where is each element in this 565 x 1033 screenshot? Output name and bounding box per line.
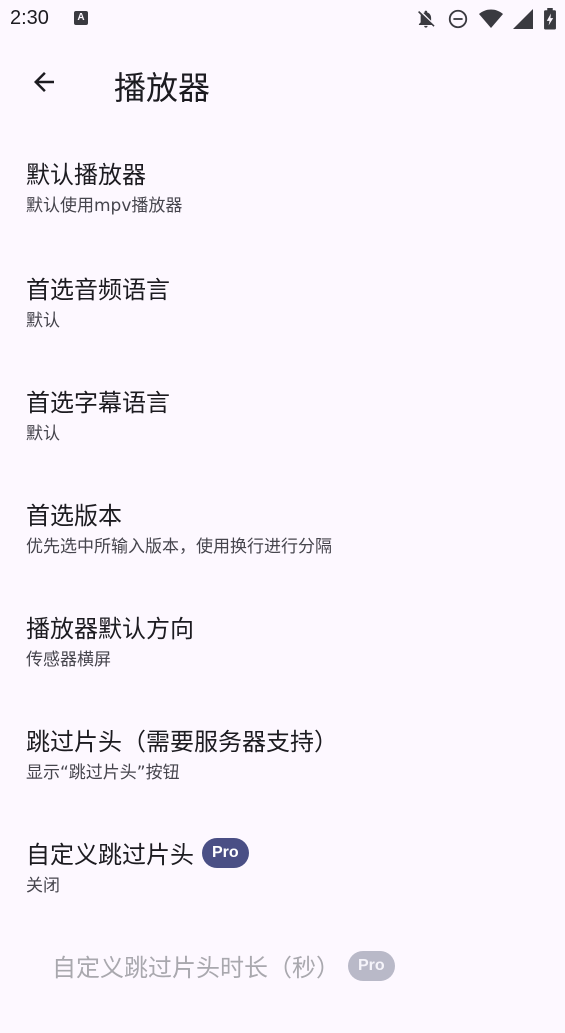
setting-title-row: 首选版本 [26,496,122,531]
setting-title: 自定义跳过片头 [26,841,194,869]
setting-summary: 默认 [26,424,60,444]
page-title: 播放器 [114,69,211,107]
accessibility-a-icon: A [74,11,88,25]
setting-summary: 默认 [26,311,60,331]
setting-title-row: 播放器默认方向 [26,609,194,644]
setting-player-default-orientation[interactable]: 播放器默认方向 传感器横屏 [0,581,565,694]
setting-title-row: 默认播放器 [26,155,146,190]
setting-preferred-subtitle-language[interactable]: 首选字幕语言 默认 [0,355,565,468]
arrow-back-icon [34,72,54,92]
status-time: 2:30 [10,7,49,29]
setting-custom-skip-intro[interactable]: 自定义跳过片头 Pro 关闭 [0,807,565,920]
setting-title-row: 自定义跳过片头时长（秒） Pro [52,948,395,983]
setting-summary: 优先选中所输入版本，使用换行进行分隔 [26,537,332,557]
status-bar: 2:30 A [0,0,565,40]
setting-title-row: 首选音频语言 [26,270,170,305]
notifications-off-icon [418,10,435,28]
status-icons [415,8,557,30]
wifi-icon [479,9,503,28]
do-not-disturb-icon [448,9,468,29]
setting-title: 播放器默认方向 [26,615,194,643]
setting-title-row: 自定义跳过片头 Pro [26,835,249,870]
pro-badge: Pro [348,950,395,981]
setting-title: 默认播放器 [26,161,146,189]
pro-badge: Pro [202,837,249,868]
setting-skip-intro[interactable]: 跳过片头（需要服务器支持） 显示“跳过片头”按钮 [0,694,565,807]
app-bar: 播放器 [0,50,565,114]
back-button[interactable] [20,60,68,104]
setting-summary: 默认使用mpv播放器 [26,196,183,216]
setting-title-row: 跳过片头（需要服务器支持） [26,722,338,757]
battery-charging-icon [544,8,556,30]
setting-default-player[interactable]: 默认播放器 默认使用mpv播放器 [0,127,565,240]
setting-preferred-audio-language[interactable]: 首选音频语言 默认 [0,242,565,355]
setting-title: 首选版本 [26,502,122,530]
setting-title: 首选字幕语言 [26,389,170,417]
setting-title: 自定义跳过片头时长（秒） [52,954,340,982]
setting-preferred-version[interactable]: 首选版本 优先选中所输入版本，使用换行进行分隔 [0,468,565,581]
setting-summary: 显示“跳过片头”按钮 [26,763,180,783]
signal-icon [513,9,533,29]
setting-summary: 传感器横屏 [26,650,111,670]
setting-title: 跳过片头（需要服务器支持） [26,728,338,756]
setting-title-row: 首选字幕语言 [26,383,170,418]
setting-custom-skip-intro-duration: 自定义跳过片头时长（秒） Pro [0,920,565,1033]
setting-summary: 关闭 [26,876,60,896]
setting-title: 首选音频语言 [26,276,170,304]
